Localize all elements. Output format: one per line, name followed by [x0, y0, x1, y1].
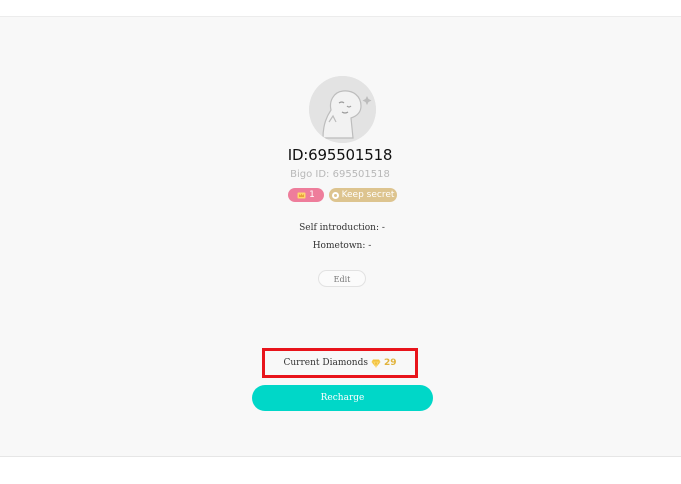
crown-icon	[297, 192, 306, 199]
diamonds-count: 29	[383, 358, 397, 368]
divider	[0, 456, 681, 457]
edit-button[interactable]: Edit	[318, 270, 366, 287]
avatar[interactable]	[309, 76, 376, 143]
privacy-icon	[331, 191, 339, 199]
current-diamonds: Current Diamonds 29	[262, 348, 418, 378]
privacy-badge: Keep secret	[329, 188, 397, 202]
level-value: 1	[309, 190, 315, 200]
diamond-icon	[371, 359, 381, 368]
hometown: Hometown: -	[312, 241, 372, 251]
bigo-id: Bigo ID: 695501518	[290, 169, 390, 180]
default-avatar-icon	[309, 76, 376, 143]
recharge-button[interactable]: Recharge	[252, 385, 433, 411]
privacy-label: Keep secret	[341, 190, 395, 200]
top-bar	[0, 0, 681, 17]
user-id: ID:695501518	[287, 146, 393, 164]
diamonds-label: Current Diamonds	[283, 358, 368, 368]
self-introduction: Self introduction: -	[299, 223, 385, 233]
level-badge: 1	[288, 188, 324, 202]
